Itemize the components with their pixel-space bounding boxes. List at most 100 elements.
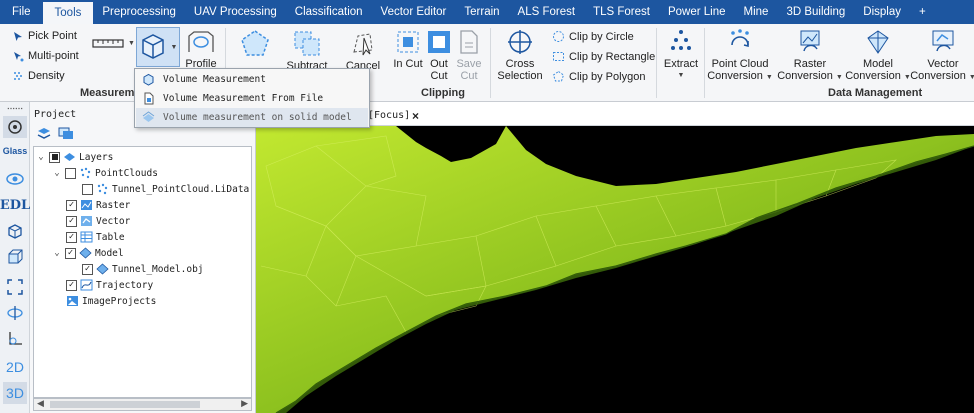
tree-node-table[interactable]: ✓ Table (66, 229, 125, 245)
clip-rectangle-label: Clip by Rectangle (569, 50, 656, 63)
clip-circle-label: Clip by Circle (569, 30, 634, 43)
collapse-icon[interactable]: ⌄ (52, 248, 62, 258)
cross-selection-button[interactable]: Cross Selection (496, 28, 544, 82)
file-icon (144, 92, 154, 105)
menu-power-line[interactable]: Power Line (659, 0, 735, 24)
pick-point-button[interactable]: Pick Point (12, 30, 77, 42)
raster-conversion-label-2: Conversion (777, 70, 833, 82)
tree-node-imageprojects[interactable]: ImageProjects (66, 293, 156, 309)
menu-uav-processing[interactable]: UAV Processing (185, 0, 286, 24)
strip-3d-button[interactable]: 3D (3, 382, 27, 404)
collapse-icon[interactable]: ⌄ (52, 168, 62, 178)
menu-display[interactable]: Display (854, 0, 910, 24)
layer-checkbox[interactable]: ✓ (82, 263, 93, 275)
layer-checkbox[interactable] (65, 167, 76, 179)
3d-viewport[interactable] (256, 126, 974, 413)
tree-node-trajectory[interactable]: ✓ Trajectory (66, 277, 153, 293)
strip-edl-button[interactable]: EDL (0, 194, 30, 216)
extract-button[interactable]: Extract ▼ (662, 28, 700, 82)
menu-bar: File Tools Preprocessing UAV Processing … (0, 0, 974, 24)
pick-point-icon (14, 32, 22, 41)
pc-conversion-label-2: Conversion (707, 70, 763, 82)
chevron-down-icon: ▼ (765, 74, 773, 81)
point-cloud-conversion-button[interactable]: Point Cloud Conversion ▼ (707, 28, 773, 84)
chevron-down-icon: ▼ (835, 74, 843, 81)
volume-tool-button[interactable]: ▼ (136, 27, 180, 67)
layer-checkbox[interactable]: ✓ (66, 215, 77, 227)
menu-item-volume-from-file[interactable]: Volume Measurement From File (136, 89, 368, 108)
tree-node-tunnel-pointcloud[interactable]: Tunnel_PointCloud.LiData (82, 181, 249, 197)
tree-node-pointclouds[interactable]: ⌄ PointClouds (52, 165, 158, 181)
scroll-thumb[interactable] (50, 401, 200, 408)
out-cut-button[interactable]: Out Cut (424, 28, 454, 82)
subtract-button[interactable]: Subtract (282, 28, 332, 72)
strip-full-extent-button[interactable] (3, 276, 27, 298)
menu-3d-building[interactable]: 3D Building (777, 0, 854, 24)
menu-classification[interactable]: Classification (286, 0, 372, 24)
chevron-down-icon: ▼ (968, 74, 974, 81)
tree-node-raster[interactable]: ✓ Raster (66, 197, 130, 213)
layer-checkbox[interactable]: ✓ (66, 231, 77, 243)
layer-checkbox[interactable] (49, 151, 60, 163)
tree-node-model[interactable]: ⌄ ✓ Model (52, 245, 124, 261)
raster-conversion-button[interactable]: Raster Conversion ▼ (777, 28, 843, 84)
strip-settings-button[interactable] (3, 116, 27, 138)
layer-stack-icon[interactable] (36, 126, 52, 140)
vector-conversion-button[interactable]: Vector Conversion ▼ (910, 28, 974, 84)
raster-conversion-icon (800, 30, 820, 52)
tree-node-layers[interactable]: ⌄ Layers (36, 149, 113, 165)
group-separator (656, 28, 657, 98)
save-cut-button[interactable]: Save Cut (454, 28, 484, 82)
clip-by-rectangle-button[interactable]: Clip by Rectangle (552, 50, 655, 63)
strip-box-button[interactable] (3, 220, 27, 242)
menu-item-volume-solid-model[interactable]: Volume measurement on solid model (136, 108, 368, 127)
menu-item-volume-measurement[interactable]: Volume Measurement (136, 70, 368, 89)
clip-by-circle-button[interactable]: Clip by Circle (552, 30, 634, 43)
scroll-right-icon[interactable]: ▶ (241, 398, 248, 409)
density-button[interactable]: Density (12, 70, 65, 82)
tree-horizontal-scrollbar[interactable]: ◀ ▶ (33, 398, 252, 411)
layer-checkbox[interactable]: ✓ (65, 247, 76, 259)
polygon-clip-button[interactable] (232, 28, 278, 60)
menu-mine[interactable]: Mine (735, 0, 778, 24)
layer-checkbox[interactable] (82, 183, 93, 195)
menu-vector-editor[interactable]: Vector Editor (372, 0, 456, 24)
menu-als-forest[interactable]: ALS Forest (509, 0, 585, 24)
collapse-icon[interactable]: ⌄ (36, 152, 46, 162)
in-cut-label: In Cut (393, 58, 423, 70)
menu-preprocessing[interactable]: Preprocessing (93, 0, 185, 24)
close-tab-icon[interactable]: × (412, 109, 419, 123)
add-layer-icon[interactable] (58, 126, 74, 140)
layer-checkbox[interactable]: ✓ (66, 279, 77, 291)
extract-icon (671, 30, 691, 50)
menu-tls-forest[interactable]: TLS Forest (584, 0, 659, 24)
strip-eye-dome-button[interactable] (3, 168, 27, 190)
data-management-group-label: Data Management (828, 87, 923, 99)
distance-tool-button[interactable]: ▼ (92, 36, 135, 50)
multi-point-button[interactable]: Multi-point (12, 50, 79, 62)
layer-checkbox[interactable]: ✓ (66, 199, 77, 211)
in-cut-button[interactable]: In Cut (392, 28, 424, 70)
selection-label-2: Selection (497, 70, 543, 82)
strip-glass-button[interactable]: Glass (3, 144, 28, 158)
tree-label: Model (95, 247, 124, 259)
chevron-down-icon: ▼ (170, 43, 178, 51)
strip-2d-button[interactable]: 2D (3, 356, 27, 378)
image-projects-icon (67, 296, 78, 306)
menu-file[interactable]: File (0, 0, 43, 24)
clip-by-polygon-button[interactable]: Clip by Polygon (552, 70, 645, 83)
strip-cube-button[interactable] (3, 246, 27, 268)
strip-axis-button[interactable] (3, 328, 27, 350)
tree-node-vector[interactable]: ✓ Vector (66, 213, 130, 229)
vector-conversion-label: Vector (927, 58, 959, 70)
strip-rotate-button[interactable] (3, 302, 27, 324)
tree-node-tunnel-model[interactable]: ✓ Tunnel_Model.obj (82, 261, 204, 277)
view-tab-label[interactable]: [Focus] (368, 110, 410, 121)
model-conversion-button[interactable]: Model Conversion ▼ (845, 28, 911, 84)
menu-terrain[interactable]: Terrain (455, 0, 508, 24)
menu-add-tab[interactable]: + (910, 0, 935, 24)
scroll-left-icon[interactable]: ◀ (37, 398, 44, 409)
menu-tools[interactable]: Tools (42, 2, 94, 24)
profile-button[interactable]: Profile (182, 28, 220, 70)
cube-view-icon (8, 249, 23, 264)
